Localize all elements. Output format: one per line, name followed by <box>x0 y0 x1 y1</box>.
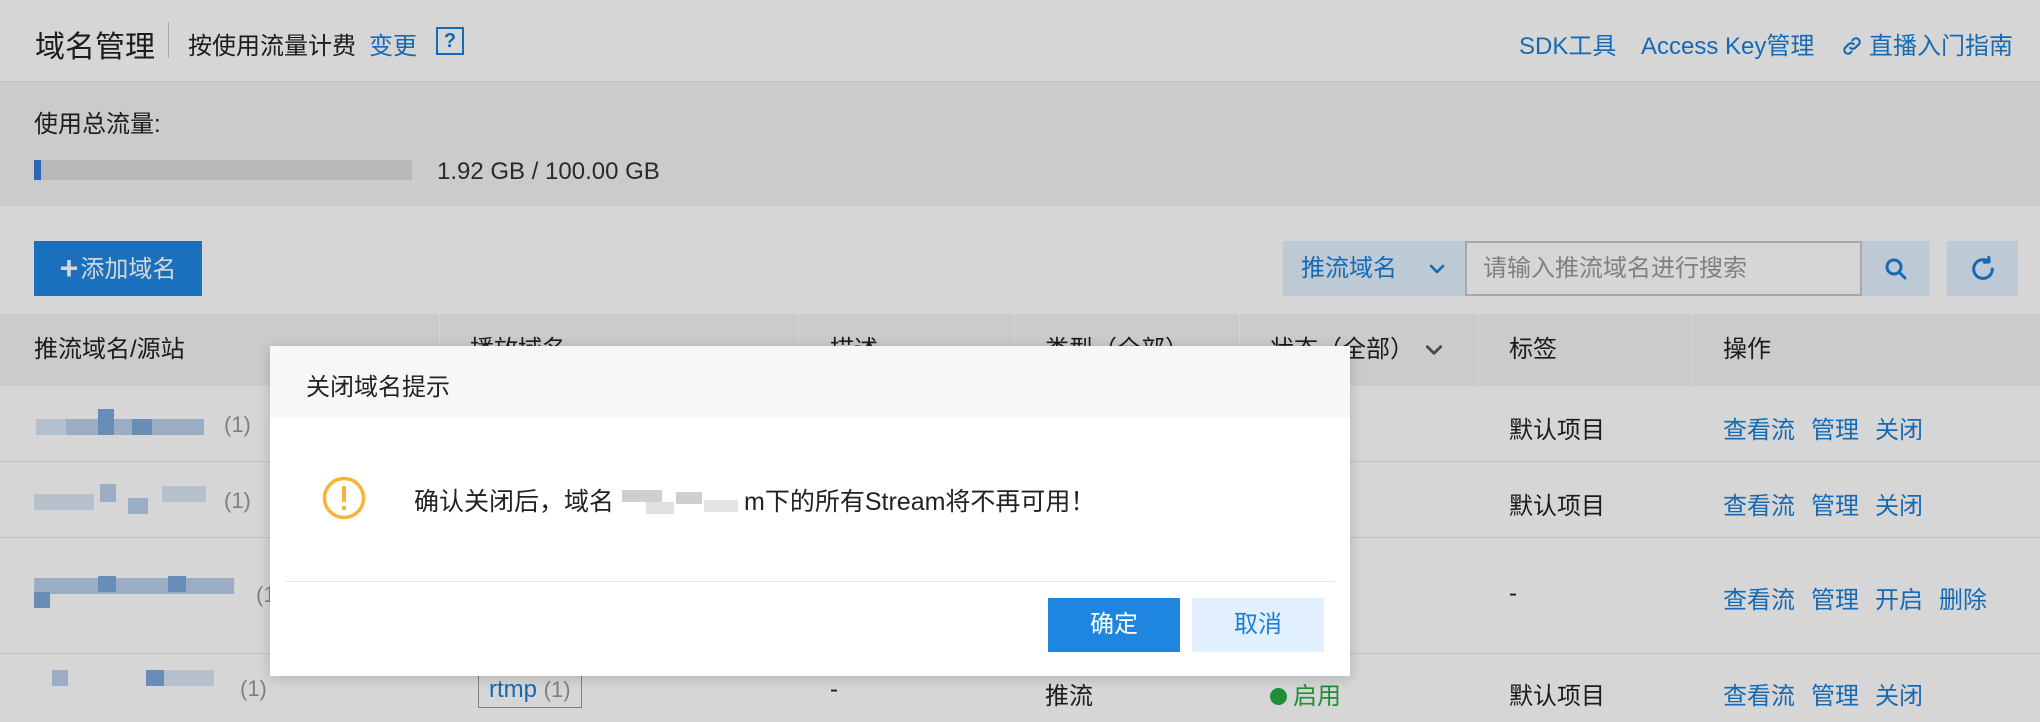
dialog-message-prefix: 确认关闭后，域名 <box>414 488 615 516</box>
dialog-title: 关闭域名提示 <box>306 374 450 401</box>
dialog-message-suffix: m下的所有Stream将不再可用！ <box>744 488 1096 516</box>
warning-icon <box>322 476 366 520</box>
close-domain-dialog: 关闭域名提示 确认关闭后，域名 m下的所有Stream将不再可用！ 确定 取消 <box>270 346 1350 676</box>
dialog-header: 关闭域名提示 <box>270 346 1350 418</box>
dialog-divider <box>285 581 1335 582</box>
dialog-message: 确认关闭后，域名 m下的所有Stream将不再可用！ <box>414 482 1095 518</box>
redacted-domain <box>614 486 744 516</box>
cancel-button[interactable]: 取消 <box>1192 598 1324 652</box>
confirm-button[interactable]: 确定 <box>1048 598 1180 652</box>
